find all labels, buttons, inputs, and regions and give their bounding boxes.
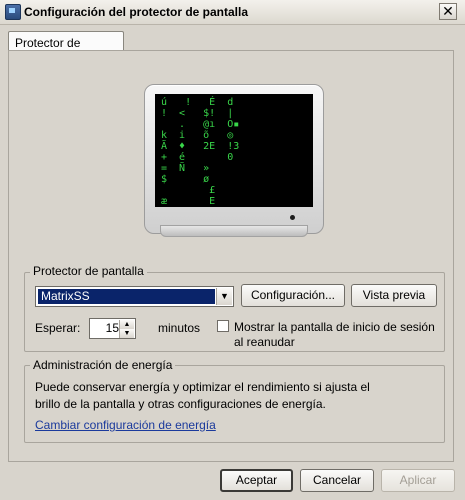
window-title: Configuración del protector de pantalla: [24, 5, 249, 19]
resume-logon-label-line1[interactable]: Mostrar la pantalla de inicio de sesión: [234, 320, 435, 334]
screensaver-select-value: MatrixSS: [38, 289, 215, 304]
close-button[interactable]: ✕: [439, 3, 457, 20]
power-description-line1: Puede conservar energía y optimizar el r…: [35, 380, 370, 394]
wait-minutes-value[interactable]: 15: [106, 321, 119, 335]
preview-button[interactable]: Vista previa: [351, 284, 437, 307]
wait-minutes-stepper[interactable]: 15 ▲ ▼: [89, 318, 136, 339]
settings-button[interactable]: Configuración...: [241, 284, 345, 307]
wait-label: Esperar:: [35, 321, 81, 335]
screensaver-group-label: Protector de pantalla: [30, 264, 147, 278]
power-description-line2: brillo de la pantalla y otras configurac…: [35, 397, 326, 411]
cancel-button[interactable]: Cancelar: [300, 469, 374, 492]
title-bar[interactable]: Configuración del protector de pantalla …: [0, 0, 465, 25]
resume-logon-label-line2[interactable]: al reanudar: [234, 335, 295, 349]
accept-button[interactable]: Aceptar: [220, 469, 293, 492]
power-settings-link[interactable]: Cambiar configuración de energía: [35, 418, 216, 432]
spin-down-icon[interactable]: ▼: [119, 329, 134, 338]
power-group-label: Administración de energía: [30, 358, 176, 372]
preview-screen: ú ! É d ! < $! | . @ı O▪ k i õ ◎ Ã ♦ 2E …: [155, 94, 313, 207]
wait-unit-label: minutos: [158, 321, 201, 335]
chevron-down-icon[interactable]: ▼: [216, 288, 232, 305]
monitor-power-led: [290, 215, 295, 220]
tab-protector-de-pantalla[interactable]: Protector de pantalla: [8, 31, 124, 64]
apply-button: Aplicar: [381, 469, 455, 492]
display-icon: [5, 4, 21, 20]
resume-logon-checkbox[interactable]: [217, 320, 229, 332]
dialog-window: Configuración del protector de pantalla …: [0, 0, 465, 500]
monitor-stand: [160, 225, 308, 237]
screensaver-select[interactable]: MatrixSS ▼: [35, 286, 234, 307]
monitor-preview: ú ! É d ! < $! | . @ı O▪ k i õ ◎ Ã ♦ 2E …: [144, 84, 324, 234]
glyph-row: æ E: [161, 196, 216, 207]
